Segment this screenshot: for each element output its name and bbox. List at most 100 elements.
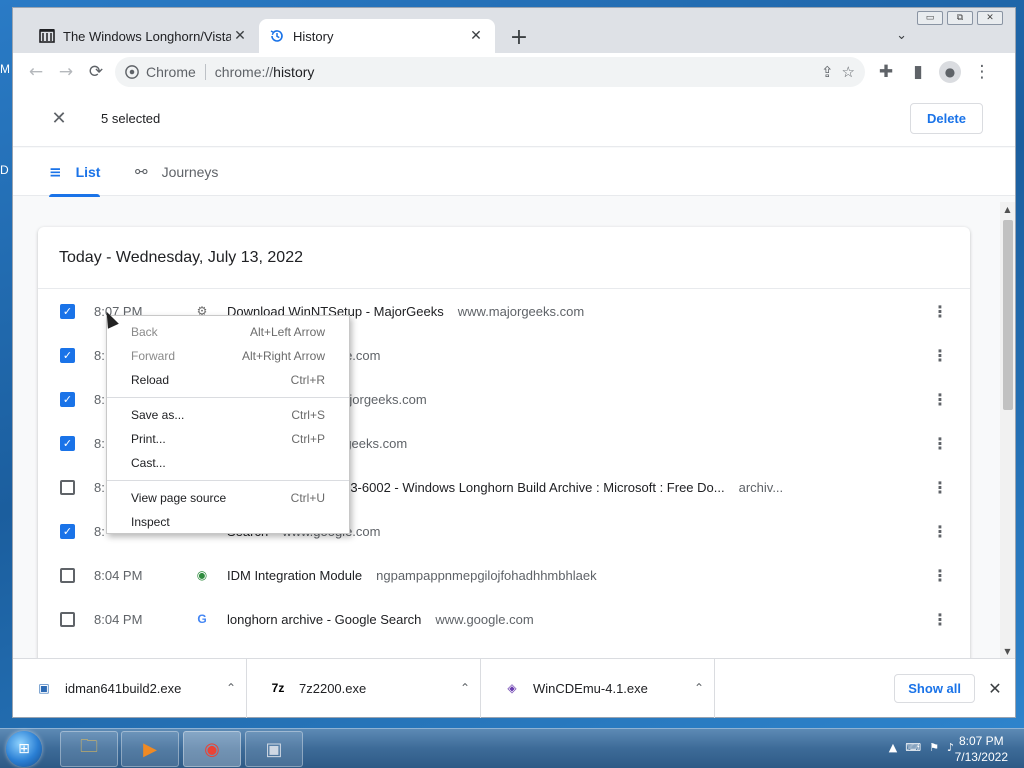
- menu-item-save-as[interactable]: Save as... Ctrl+S: [107, 403, 349, 427]
- menu-item-label: Cast...: [131, 456, 166, 470]
- menu-item-print[interactable]: Print... Ctrl+P: [107, 427, 349, 451]
- close-tab-icon[interactable]: ✕: [231, 27, 249, 45]
- extensions-icon[interactable]: ✚: [871, 57, 901, 87]
- address-bar[interactable]: Chrome chrome://history ⇪ ☆: [115, 57, 865, 87]
- chrome-menu-icon[interactable]: ⋮: [967, 57, 997, 87]
- more-actions-icon[interactable]: ⋮: [932, 609, 948, 629]
- download-name: idman641build2.exe: [65, 680, 182, 696]
- history-row[interactable]: 8:04 PM ◉ IDM Integration Module ngpampappn…: [38, 553, 970, 597]
- history-row[interactable]: 8:04 PM Glonghorn archive - Google Search…: [38, 597, 970, 641]
- tab-strip: The Windows Longhorn/Vista Ar ✕ History …: [29, 19, 535, 53]
- selected-count: 5 selected: [101, 111, 161, 126]
- row-checkbox[interactable]: [60, 479, 75, 495]
- clock-time: 8:07 PM: [958, 734, 1004, 748]
- taskbar-clock[interactable]: 8:07 PM 7/13/2022: [955, 733, 1008, 765]
- taskbar-media-button[interactable]: ▶: [121, 731, 179, 767]
- more-actions-icon[interactable]: ⋮: [932, 345, 948, 365]
- tab-search-chevron-icon[interactable]: ⌄: [896, 28, 907, 43]
- menu-item-reload[interactable]: Reload Ctrl+R: [107, 368, 349, 392]
- chevron-up-icon[interactable]: ⌃: [684, 681, 714, 695]
- side-panel-icon[interactable]: ▮: [903, 57, 933, 87]
- chevron-up-icon[interactable]: ⌃: [216, 681, 246, 695]
- network-icon[interactable]: ⌨: [905, 741, 921, 754]
- show-hidden-icons-icon[interactable]: ▲: [889, 741, 897, 754]
- start-button[interactable]: ⊞: [6, 731, 42, 767]
- scroll-up-arrow[interactable]: ▲: [1000, 202, 1015, 216]
- tab-longhorn-archive[interactable]: The Windows Longhorn/Vista Ar ✕: [29, 19, 259, 53]
- bookmark-star-icon[interactable]: ☆: [842, 63, 855, 81]
- more-actions-icon[interactable]: ⋮: [932, 565, 948, 585]
- scroll-down-arrow[interactable]: ▼: [1000, 644, 1015, 658]
- menu-item-view-page-source[interactable]: View page source Ctrl+U: [107, 486, 349, 510]
- download-file-icon: ◈: [507, 681, 517, 695]
- menu-item-label: Forward: [131, 349, 176, 363]
- tab-list[interactable]: ≡ List: [49, 148, 101, 197]
- chrome-chip[interactable]: Chrome: [125, 64, 196, 80]
- row-checkbox[interactable]: ✓: [60, 391, 75, 407]
- tab-history[interactable]: History ✕: [259, 19, 495, 53]
- selection-toolbar: ✕ 5 selected Delete: [13, 91, 1015, 147]
- menu-item-label: Back: [131, 325, 158, 339]
- volume-icon[interactable]: ♪: [947, 741, 954, 754]
- menu-item-shortcut: Alt+Left Arrow: [249, 325, 325, 339]
- scroll-thumb[interactable]: [1003, 220, 1013, 410]
- archive-icon: [39, 28, 55, 44]
- taskbar-remote-button[interactable]: ▣: [245, 731, 303, 767]
- chevron-up-icon[interactable]: ⌃: [450, 681, 480, 695]
- row-checkbox[interactable]: ✓: [60, 523, 75, 539]
- close-downloads-icon[interactable]: ✕: [975, 679, 1015, 698]
- system-tray: ▲ ⌨ ⚑ ♪: [889, 741, 954, 754]
- menu-item-label: Print...: [131, 432, 166, 446]
- more-actions-icon[interactable]: ⋮: [932, 521, 948, 541]
- desktop-icon-fragment[interactable]: D: [0, 163, 9, 177]
- minimize-button[interactable]: ▭: [917, 11, 943, 25]
- context-menu: Back Alt+Left Arrow Forward Alt+Right Arrow…: [106, 315, 350, 534]
- tab-title: History: [293, 28, 334, 44]
- row-domain: archiv...: [738, 479, 784, 495]
- row-checkbox[interactable]: [60, 611, 75, 627]
- row-title: IDM Integration Module: [227, 567, 363, 583]
- taskbar-explorer-button[interactable]: 🗀: [60, 731, 118, 767]
- tab-journeys[interactable]: ⚯ Journeys: [135, 148, 218, 196]
- row-title-link[interactable]: longhorn archive - Google Search www.goog…: [227, 612, 534, 627]
- more-actions-icon[interactable]: ⋮: [932, 389, 948, 409]
- menu-item-cast[interactable]: Cast...: [107, 451, 349, 475]
- row-time: 8:04 PM: [94, 567, 143, 583]
- download-file-icon: ▣: [38, 681, 50, 695]
- show-all-button[interactable]: Show all: [894, 673, 975, 703]
- download-item[interactable]: 7z 7z2200.exe ⌃: [247, 658, 481, 718]
- menu-item-inspect[interactable]: Inspect: [107, 510, 349, 534]
- action-center-flag-icon[interactable]: ⚑: [929, 741, 939, 754]
- page-scrollbar[interactable]: ▲ ▼: [1000, 202, 1015, 658]
- row-time: 8:: [94, 435, 105, 451]
- menu-item-label: Reload: [131, 373, 170, 387]
- taskbar-chrome-button[interactable]: ◉: [183, 731, 241, 767]
- share-icon[interactable]: ⇪: [821, 63, 834, 81]
- download-item[interactable]: ▣ idman641build2.exe ⌃: [13, 658, 247, 718]
- url-text: chrome://history: [215, 64, 315, 80]
- clear-selection-icon[interactable]: ✕: [49, 108, 69, 129]
- row-time: 8:: [94, 347, 105, 363]
- download-item[interactable]: ◈ WinCDEmu-4.1.exe ⌃: [481, 658, 715, 718]
- row-checkbox[interactable]: [60, 567, 75, 583]
- row-checkbox[interactable]: ✓: [60, 435, 75, 451]
- menu-item-back: Back Alt+Left Arrow: [107, 320, 349, 344]
- back-button[interactable]: ←: [21, 57, 51, 87]
- row-checkbox[interactable]: ✓: [60, 347, 75, 363]
- menu-separator: [107, 480, 349, 481]
- maximize-button[interactable]: ⧉: [947, 11, 973, 25]
- desktop-icon-fragment[interactable]: M: [0, 62, 10, 76]
- close-window-button[interactable]: ✕: [977, 11, 1003, 25]
- delete-button[interactable]: Delete: [909, 103, 983, 134]
- row-checkbox[interactable]: ✓: [60, 303, 75, 319]
- chrome-icon: ◉: [204, 738, 220, 760]
- forward-button[interactable]: →: [51, 57, 81, 87]
- more-actions-icon[interactable]: ⋮: [932, 301, 948, 321]
- more-actions-icon[interactable]: ⋮: [932, 433, 948, 453]
- more-actions-icon[interactable]: ⋮: [932, 477, 948, 497]
- close-tab-icon[interactable]: ✕: [467, 27, 485, 45]
- reload-button[interactable]: ⟳: [81, 57, 111, 87]
- new-tab-button[interactable]: +: [503, 21, 535, 53]
- row-title-link[interactable]: IDM Integration Module ngpampappnmepgiloj…: [227, 568, 597, 583]
- profile-button[interactable]: ●: [935, 57, 965, 87]
